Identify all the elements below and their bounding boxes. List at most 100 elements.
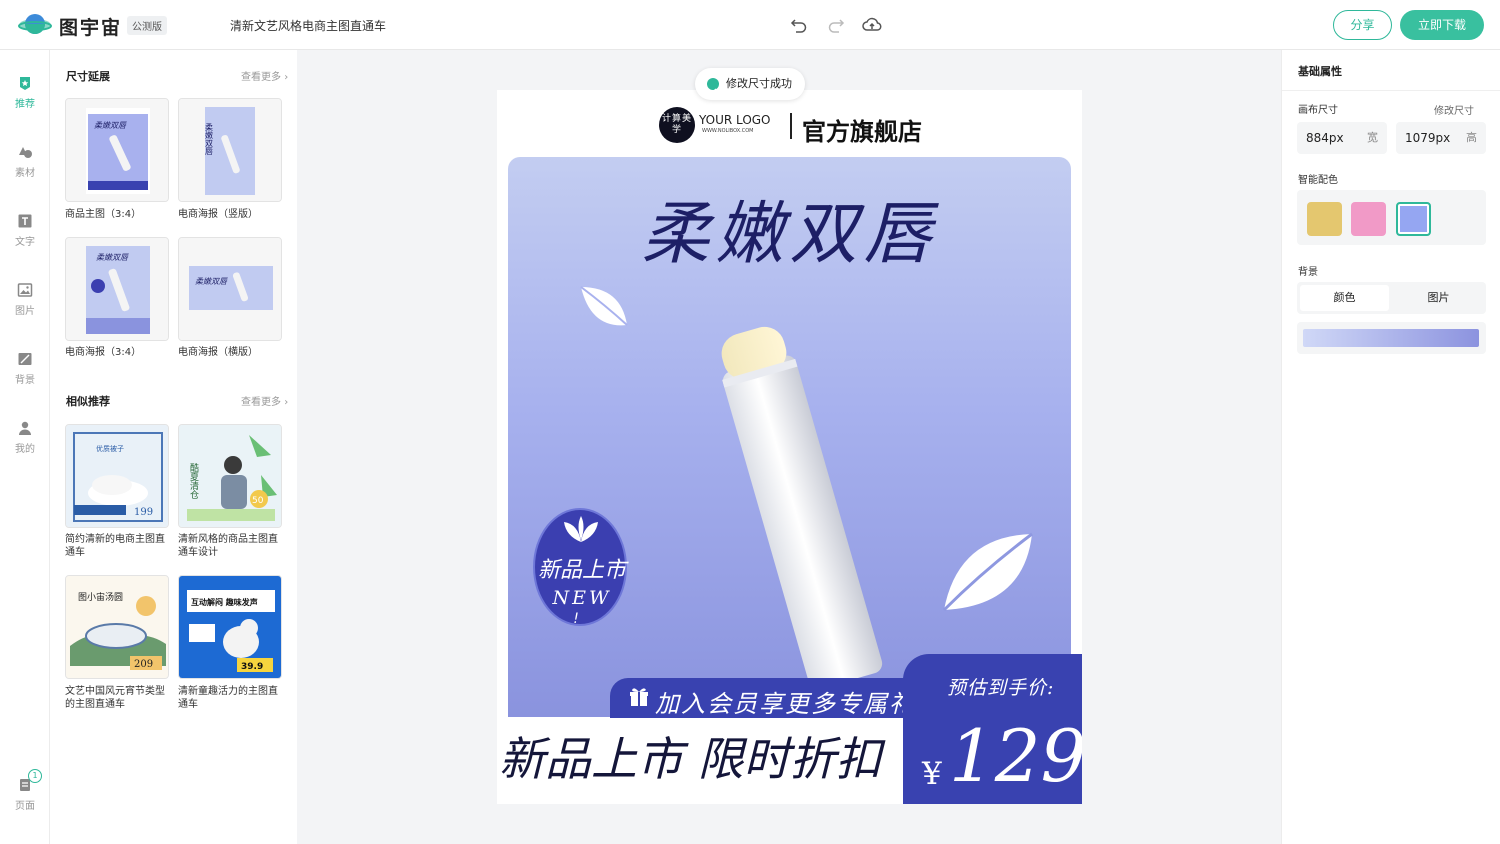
share-button[interactable]: 分享 <box>1333 10 1392 40</box>
check-circle-icon <box>707 78 719 95</box>
user-icon <box>19 421 31 435</box>
image-icon <box>17 283 33 297</box>
poster-logo-text[interactable]: YOUR LOGO <box>699 113 771 127</box>
smart-color-label: 智能配色 <box>1298 175 1338 186</box>
badge-text-exclamation[interactable]: ! <box>527 611 625 627</box>
poster-logo-divider <box>790 113 792 139</box>
modify-size-link[interactable]: 修改尺寸 <box>1434 102 1474 117</box>
rail-label: 页面 <box>15 801 35 812</box>
size-section-title: 尺寸延展 <box>66 70 110 83</box>
similar-thumb-label: 文艺中国风元宵节类型的主图直通车 <box>65 686 165 710</box>
swatch-blue-selected[interactable] <box>1396 202 1431 236</box>
thumb-title: 互动解闷 趣味发声 <box>191 597 258 607</box>
beta-badge: 公测版 <box>127 16 167 35</box>
height-field[interactable]: 1079px 高 <box>1396 122 1486 154</box>
canvas-size-label: 画布尺寸 <box>1298 105 1338 116</box>
text-icon <box>18 214 32 228</box>
size-thumb-poster-3-4[interactable]: 柔嫩双唇 <box>65 237 169 341</box>
height-unit: 高 <box>1466 131 1477 144</box>
rail-item-image[interactable]: 图片 <box>0 282 50 317</box>
similar-thumb-quilt[interactable]: 优质被子 199 <box>65 424 169 528</box>
cloud-upload-icon[interactable] <box>862 15 882 35</box>
undo-icon[interactable] <box>789 15 809 35</box>
poster-logo-url[interactable]: WWW.NOLIBOX.COM <box>702 128 754 134</box>
price-label[interactable]: 预估到手价: <box>947 673 1054 700</box>
rail-label: 我的 <box>15 444 35 455</box>
size-thumb-product-main[interactable]: 柔嫩双唇 <box>65 98 169 202</box>
thumb-title: 柔嫩双唇 <box>205 122 214 156</box>
rail-label: 背景 <box>15 375 35 386</box>
rail-item-material[interactable]: 素材 <box>0 144 50 179</box>
size-thumb-poster-vertical[interactable]: 柔嫩双唇 <box>178 98 282 202</box>
top-bar: 图宇宙 公测版 清新文艺风格电商主图直通车 分享 立即下载 <box>0 0 1500 50</box>
poster-logo-mark[interactable]: 计算美学 <box>659 107 695 143</box>
toast-text: 修改尺寸成功 <box>726 77 792 90</box>
poster-shop-name[interactable]: 官方旗舰店 <box>802 112 922 147</box>
thumb-price: 209 <box>134 659 153 670</box>
rail-label: 文字 <box>15 237 35 248</box>
rail-item-mine[interactable]: 我的 <box>0 420 50 455</box>
poster-canvas[interactable]: 计算美学 YOUR LOGO WWW.NOLIBOX.COM 官方旗舰店 柔嫩双… <box>497 90 1082 804</box>
rail-item-recommend[interactable]: 推荐 <box>0 75 50 110</box>
rail-item-background[interactable]: 背景 <box>0 351 50 386</box>
lipstick-poster-thumbnail: 柔嫩双唇 <box>179 238 281 340</box>
gradient-picker[interactable] <box>1297 322 1486 354</box>
width-field[interactable]: 884px 宽 <box>1297 122 1387 154</box>
document-title[interactable]: 清新文艺风格电商主图直通车 <box>230 17 386 34</box>
left-rail: 推荐 素材 文字 图片 背景 我的 1 页面 <box>0 50 50 844</box>
download-button[interactable]: 立即下载 <box>1400 10 1484 40</box>
thumb-title: 柔嫩双唇 <box>96 253 129 262</box>
lipstick-product-image[interactable] <box>697 318 897 688</box>
price-currency[interactable]: ¥ <box>922 756 942 792</box>
lipstick-poster-thumbnail: 柔嫩双唇 <box>179 99 281 201</box>
badge-text-new-product[interactable]: 新品上市 <box>527 552 637 584</box>
similar-section-title: 相似推荐 <box>66 395 110 408</box>
swatch-yellow[interactable] <box>1307 202 1342 236</box>
similar-thumb-summer[interactable]: 酷夏清仓 50 <box>178 424 282 528</box>
more-label: 查看更多 <box>241 72 281 83</box>
template-panel: 尺寸延展 查看更多 › 柔嫩双唇 商品主图（3:4） 柔嫩双唇 电商海报（竖版） <box>50 50 297 844</box>
price-value[interactable]: 129 <box>949 714 1082 798</box>
size-more-link[interactable]: 查看更多 › <box>241 68 288 83</box>
planet-logo-icon[interactable] <box>18 11 52 39</box>
toy-poster-thumbnail: 互动解闷 趣味发声 39.9 <box>179 576 281 678</box>
background-type-toggle: 颜色 图片 <box>1297 282 1486 314</box>
leaf-icon[interactable] <box>940 530 1036 618</box>
gift-icon <box>630 688 648 706</box>
rail-label: 推荐 <box>15 99 35 110</box>
bottom-slogan[interactable]: 新品上市 限时折扣 <box>499 723 882 789</box>
similar-thumb-tangyuan[interactable]: 图小宙汤圆 209 <box>65 575 169 679</box>
thumb-title: 酷夏清仓 <box>188 462 199 499</box>
size-thumb-label: 商品主图（3:4） <box>65 209 142 220</box>
color-swatch-group <box>1297 190 1486 245</box>
width-value: 884px <box>1306 131 1344 145</box>
height-value: 1079px <box>1405 131 1451 145</box>
success-toast: 修改尺寸成功 <box>695 68 805 100</box>
lantern-festival-thumbnail: 图小宙汤圆 209 <box>66 576 168 678</box>
thumb-title: 优质被子 <box>96 444 124 453</box>
summer-sale-thumbnail: 酷夏清仓 50 <box>179 425 281 527</box>
rail-item-pages[interactable]: 1 页面 <box>0 769 50 812</box>
size-thumb-poster-horizontal[interactable]: 柔嫩双唇 <box>178 237 282 341</box>
rail-item-text[interactable]: 文字 <box>0 213 50 248</box>
poster-title[interactable]: 柔嫩双唇 <box>497 178 1082 277</box>
badge-text-new[interactable]: NEW <box>527 587 637 609</box>
similar-more-link[interactable]: 查看更多 › <box>241 393 288 408</box>
size-thumb-label: 电商海报（竖版） <box>178 209 258 220</box>
similar-thumb-toy[interactable]: 互动解闷 趣味发声 39.9 <box>178 575 282 679</box>
swatch-pink[interactable] <box>1351 202 1386 236</box>
page-count-badge: 1 <box>28 769 42 783</box>
thumb-title: 柔嫩双唇 <box>94 121 127 130</box>
rail-label: 素材 <box>15 168 35 179</box>
thumb-price: 39.9 <box>241 662 263 672</box>
tab-color[interactable]: 颜色 <box>1300 285 1389 311</box>
leaves-icon <box>564 516 598 542</box>
tab-image[interactable]: 图片 <box>1394 285 1483 311</box>
rail-label: 图片 <box>15 306 35 317</box>
redo-icon[interactable] <box>826 15 846 35</box>
member-band-text[interactable]: 加入会员享更多专属礼遇 <box>655 684 941 719</box>
width-unit: 宽 <box>1367 131 1378 144</box>
divider <box>1282 90 1500 91</box>
gradient-preview[interactable] <box>1303 329 1479 347</box>
leaf-icon[interactable] <box>577 283 633 335</box>
